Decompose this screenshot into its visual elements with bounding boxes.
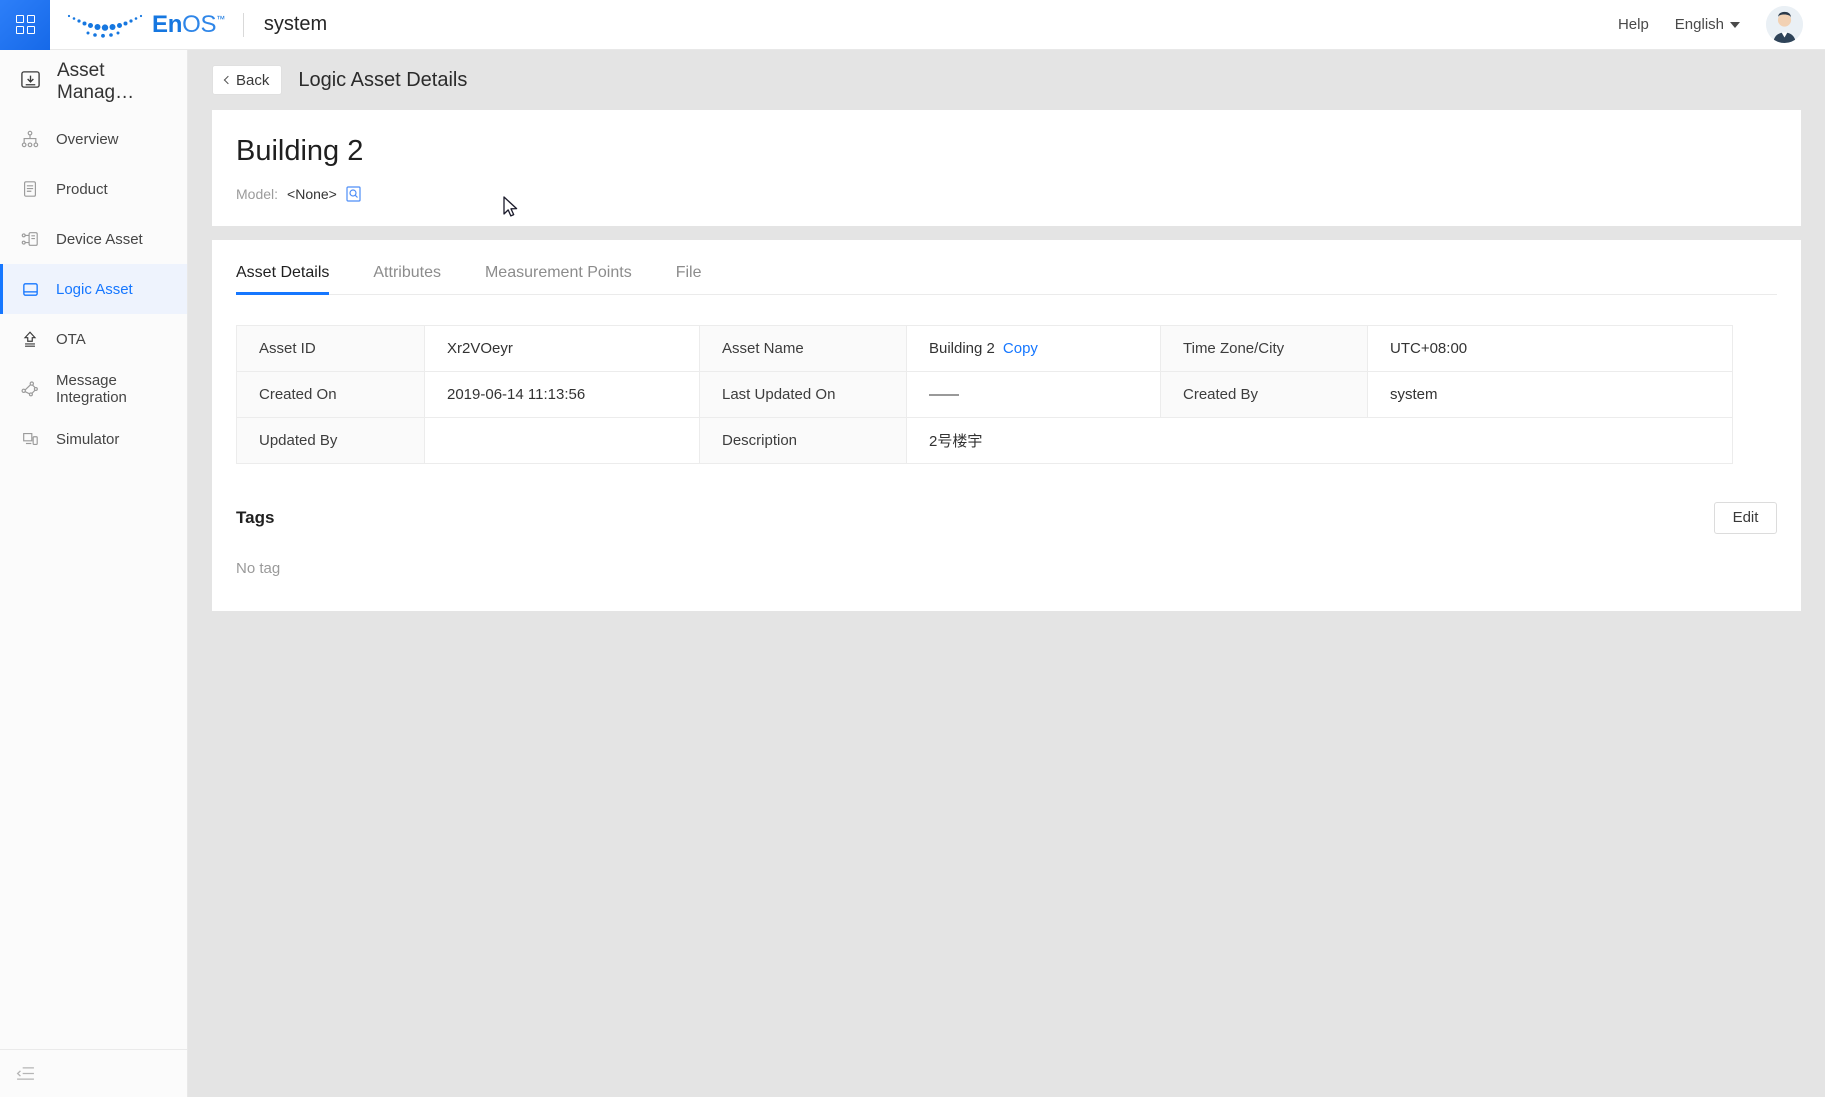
sidebar-title-label: Asset Manag… — [57, 60, 135, 103]
cell-label-asset-name: Asset Name — [699, 324, 907, 372]
table-row: Updated By Description 2号楼宇 — [236, 416, 1733, 464]
enos-logo-mark-icon — [67, 14, 143, 38]
cell-label-created-on: Created On — [236, 370, 425, 418]
asset-details-card: Asset Details Attributes Measurement Poi… — [212, 239, 1801, 611]
tags-empty-text: No tag — [236, 559, 281, 577]
asset-name-heading: Building 2 — [236, 135, 364, 167]
asset-title-card: Building 2 Model: <None> — [212, 110, 1801, 226]
model-value: <None> — [287, 185, 337, 202]
asset-model-row: Model: <None> — [236, 186, 1777, 202]
logo-os: OS — [182, 10, 217, 38]
table-row: Created On 2019-06-14 11:13:56 Last Upda… — [236, 370, 1733, 418]
logo-en: En — [152, 10, 183, 38]
copy-link[interactable]: Copy — [1003, 340, 1038, 357]
system-name-label: system — [263, 13, 328, 35]
asset-details-table: Asset ID Xr2VOeyr Asset Name Building 2 C… — [236, 324, 1733, 464]
cell-value-created-on: 2019-06-14 11:13:56 — [424, 370, 700, 418]
page-title: Logic Asset Details — [298, 68, 468, 91]
asset-name-value: Building 2 — [929, 339, 995, 357]
tab-asset-details[interactable]: Asset Details — [236, 250, 330, 295]
sidebar-item-product[interactable]: Product — [0, 164, 187, 214]
language-label: English — [1674, 16, 1724, 33]
document-icon — [20, 179, 40, 199]
main-content: Back Logic Asset Details Building 2 Mode… — [188, 50, 1825, 1097]
edit-button[interactable]: Edit — [1714, 501, 1777, 534]
hierarchy-icon — [20, 129, 40, 149]
enos-logo-text: En OS ™ — [152, 11, 225, 39]
cell-label-asset-id: Asset ID — [236, 324, 425, 372]
collapse-sidebar-button[interactable] — [0, 1049, 187, 1097]
sidebar-title-asset-management[interactable]: Asset Manag… — [0, 50, 187, 114]
user-avatar-icon — [1766, 6, 1803, 43]
cell-value-asset-name: Building 2 Copy — [906, 324, 1161, 372]
sidebar-item-label: Device Asset — [56, 230, 143, 248]
cell-label-created-by: Created By — [1160, 370, 1368, 418]
back-button-label: Back — [236, 71, 270, 89]
simulator-icon — [20, 429, 40, 449]
sidebar-item-label: Product — [56, 180, 108, 198]
tags-title: Tags — [236, 507, 275, 527]
cell-label-time-zone: Time Zone/City — [1160, 324, 1368, 372]
logic-asset-icon — [20, 279, 40, 299]
avatar[interactable] — [1766, 6, 1803, 43]
cell-label-updated-by: Updated By — [236, 416, 425, 464]
sidebar-item-label: Overview — [56, 130, 119, 148]
back-button[interactable]: Back — [212, 65, 283, 95]
cell-value-asset-id: Xr2VOeyr — [424, 324, 700, 372]
sidebar-item-label: Message Integration — [56, 372, 127, 406]
model-lookup-icon[interactable] — [346, 186, 361, 202]
cell-label-description: Description — [699, 416, 907, 464]
cell-value-last-updated-on: —— — [906, 370, 1161, 418]
cell-label-last-updated-on: Last Updated On — [699, 370, 907, 418]
device-asset-icon — [20, 229, 40, 249]
sidebar-item-label: OTA — [56, 330, 86, 348]
tab-attributes[interactable]: Attributes — [373, 250, 441, 294]
cell-value-updated-by — [424, 416, 700, 464]
grid-apps-icon — [15, 15, 35, 34]
sidebar-item-ota[interactable]: OTA — [0, 314, 187, 364]
brand-logo[interactable]: En OS ™ — [65, 10, 225, 40]
model-label: Model: — [236, 185, 279, 202]
cell-value-description: 2号楼宇 — [906, 416, 1733, 464]
help-link[interactable]: Help — [1618, 16, 1649, 33]
asset-management-icon — [20, 69, 41, 96]
header-divider — [242, 12, 244, 37]
cell-value-created-by: system — [1367, 370, 1733, 418]
sidebar-nav: Asset Manag… Overview Product Device Ass… — [0, 50, 188, 1097]
message-integration-icon — [20, 379, 40, 399]
sidebar-item-label: Logic Asset — [56, 280, 133, 298]
tags-section-header: Tags Edit — [236, 501, 1777, 534]
sidebar-item-logic-asset[interactable]: Logic Asset — [0, 264, 187, 314]
sidebar-item-simulator[interactable]: Simulator — [0, 414, 187, 464]
upload-arrow-icon — [20, 329, 40, 349]
card-gap — [188, 226, 1825, 240]
page-header: Back Logic Asset Details — [188, 50, 1825, 110]
chevron-down-icon — [1730, 21, 1740, 28]
sidebar-item-device-asset[interactable]: Device Asset — [0, 214, 187, 264]
logo-trademark: ™ — [216, 13, 225, 24]
header-right-group: Help English — [1618, 6, 1825, 43]
sidebar-item-overview[interactable]: Overview — [0, 114, 187, 164]
sidebar-item-message-integration[interactable]: Message Integration — [0, 364, 187, 414]
collapse-sidebar-icon — [16, 1067, 34, 1080]
chevron-left-icon — [223, 75, 233, 84]
tab-measurement-points[interactable]: Measurement Points — [485, 250, 632, 294]
sidebar-item-label: Simulator — [56, 430, 120, 448]
apps-launcher-button[interactable] — [0, 0, 50, 50]
tab-file[interactable]: File — [676, 250, 702, 294]
top-header-bar: En OS ™ system Help English — [0, 0, 1825, 50]
tab-bar: Asset Details Attributes Measurement Poi… — [236, 240, 1777, 295]
language-selector[interactable]: English — [1675, 16, 1740, 33]
table-row: Asset ID Xr2VOeyr Asset Name Building 2 C… — [236, 324, 1733, 372]
cell-value-time-zone: UTC+08:00 — [1367, 324, 1733, 372]
